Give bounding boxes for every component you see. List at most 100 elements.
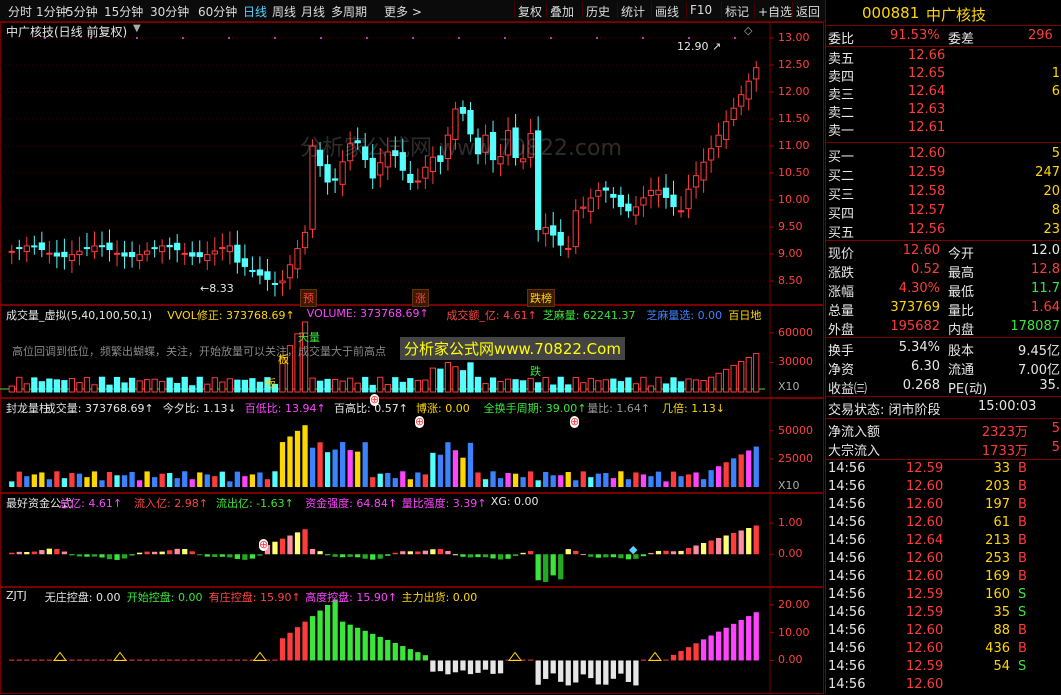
zjtj-bar: [392, 642, 398, 661]
ask-row[interactable]: 卖四 12.65 1: [826, 66, 1061, 85]
candle-body: [61, 251, 68, 258]
volume-bar: [640, 376, 647, 393]
fund-bar: [242, 554, 248, 560]
candle-body: [414, 180, 421, 183]
ask-price: 12.63: [908, 102, 946, 117]
period-tab-0[interactable]: 分时: [8, 3, 32, 20]
period-tab-8[interactable]: 月线: [301, 3, 325, 20]
volume-bar: [632, 383, 640, 393]
toolbar-button-4[interactable]: 画线: [655, 3, 679, 20]
candle-body: [580, 206, 587, 209]
volume-bar: [234, 379, 241, 393]
candle-body: [625, 203, 632, 212]
fenglong-bar: [573, 480, 579, 487]
bid-row[interactable]: 买五 12.56 23: [826, 222, 1061, 241]
volume-bar: [38, 381, 45, 393]
toolbar-button-7[interactable]: +自选: [758, 3, 792, 20]
candle-body: [189, 252, 196, 257]
candle-body: [174, 242, 181, 251]
tick-volume: 169: [985, 569, 1010, 584]
period-tab-4[interactable]: 30分钟: [150, 3, 189, 20]
zjtj-bar: [558, 660, 564, 682]
period-tab-2[interactable]: 5分钟: [66, 3, 98, 20]
quote-value: 12.60: [902, 243, 940, 258]
period-tab-1[interactable]: 1分钟: [36, 3, 68, 20]
ask-row[interactable]: 卖五 12.66: [826, 48, 1061, 67]
candle-body: [136, 254, 143, 262]
fenglong-bar: [467, 442, 474, 487]
tick-row[interactable]: 14:56 12.60 197 B: [826, 497, 1061, 515]
volume-bar: [61, 380, 68, 393]
toolbar-button-2[interactable]: 历史: [586, 3, 610, 20]
toolbar-button-1[interactable]: 叠加: [550, 3, 574, 20]
fenglong-bar: [332, 449, 338, 487]
fund-bar: [475, 554, 481, 558]
toolbar-button-6[interactable]: 标记: [725, 3, 749, 20]
volume-bar: [271, 383, 279, 393]
tick-row[interactable]: 14:56 12.60 436 B: [826, 641, 1061, 659]
tick-row[interactable]: 14:56 12.60 88 B: [826, 623, 1061, 641]
zjtj-bar: [309, 616, 316, 661]
period-tab-9[interactable]: 多周期: [331, 3, 367, 20]
tick-row[interactable]: 14:56 12.59 33 B: [826, 461, 1061, 479]
toolbar-separator: [651, 2, 652, 18]
ask-row[interactable]: 卖一 12.61: [826, 120, 1061, 139]
period-tab-6[interactable]: 日线: [243, 3, 267, 20]
fenglong-bar: [392, 478, 398, 487]
volume-bar: [121, 382, 128, 393]
ask-volume: 6: [1051, 84, 1060, 99]
fund-bar: [640, 554, 647, 557]
tick-row[interactable]: 14:56 12.60 169 B: [826, 569, 1061, 587]
stats-label-2: 流通: [948, 363, 975, 378]
bid-price: 12.58: [908, 184, 946, 199]
volume-bar: [53, 379, 61, 393]
tick-row[interactable]: 14:56 12.59 160 S: [826, 587, 1061, 605]
candle-body: [76, 250, 83, 255]
tick-row[interactable]: 14:56 12.64 213 B: [826, 533, 1061, 551]
period-tab-10[interactable]: 更多 >: [384, 3, 422, 20]
tick-row[interactable]: 14:56 12.59 35 S: [826, 605, 1061, 623]
quote-sidebar: 000881 中广核技 委比 91.53% 委差 296 卖五 12.66 卖四 12…: [825, 0, 1061, 694]
period-tab-5[interactable]: 60分钟: [198, 3, 237, 20]
volume-bar: [542, 376, 549, 393]
tick-row[interactable]: 14:56 12.59 54 S: [826, 659, 1061, 677]
tick-row[interactable]: 14:56 12.60 61 B: [826, 515, 1061, 533]
volume-bar: [738, 360, 745, 393]
candle-body: [677, 210, 685, 213]
volume-bar: [429, 367, 437, 393]
fenglong-bar: [445, 442, 451, 487]
toolbar-button-8[interactable]: 返回: [796, 3, 820, 20]
volume-bar: [572, 377, 579, 393]
tick-side: S: [1018, 659, 1027, 674]
volume-bar: [369, 384, 376, 393]
ask-row[interactable]: 卖三 12.64 6: [826, 84, 1061, 103]
ask-label: 卖五: [828, 52, 855, 67]
zjtj-bar: [460, 660, 466, 671]
tick-row[interactable]: 14:56 12.60 203 B: [826, 479, 1061, 497]
period-tab-3[interactable]: 15分钟: [104, 3, 143, 20]
ask-row[interactable]: 卖二 12.63: [826, 102, 1061, 121]
volume-bar: [700, 380, 707, 393]
kline-chart-area[interactable]: [0, 22, 824, 694]
toolbar-button-0[interactable]: 复权: [518, 3, 542, 20]
quote-row: 涨幅 4.30% 最低 11.7: [826, 281, 1061, 300]
fund-bar: [543, 554, 549, 582]
bid-row[interactable]: 买三 12.58 20: [826, 184, 1061, 203]
candle-body: [459, 107, 467, 114]
bid-row[interactable]: 买一 12.60 5: [826, 146, 1061, 165]
fenglong-bar: [565, 472, 571, 487]
tick-row[interactable]: 14:56 12.60 253 B: [826, 551, 1061, 569]
toolbar-separator: [582, 2, 583, 18]
fund-bar: [362, 554, 368, 559]
fenglong-bar: [340, 442, 346, 487]
candle-body: [234, 244, 241, 263]
bid-row[interactable]: 买二 12.59 247: [826, 165, 1061, 184]
tick-row[interactable]: 14:56 12.60: [826, 677, 1061, 695]
toolbar-button-3[interactable]: 统计: [621, 3, 645, 20]
bid-row[interactable]: 买四 12.57 8: [826, 203, 1061, 222]
zjtj-bar: [182, 659, 188, 661]
fund-bar: [392, 552, 398, 555]
toolbar-button-5[interactable]: F10: [690, 3, 712, 17]
zjtj-bar: [452, 660, 459, 673]
period-tab-7[interactable]: 周线: [272, 3, 296, 20]
